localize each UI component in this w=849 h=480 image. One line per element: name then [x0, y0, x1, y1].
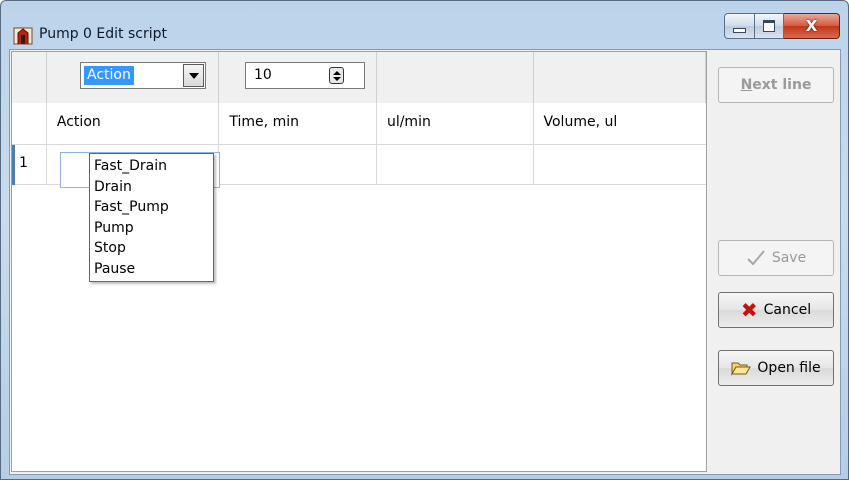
dropdown-item-pump[interactable]: Pump: [90, 218, 213, 239]
open-file-button[interactable]: Open file: [718, 350, 834, 386]
row-number-cell: 1: [12, 145, 47, 185]
current-row-indicator: [12, 145, 15, 185]
header-volume[interactable]: Volume, ul: [533, 103, 706, 145]
ul-min-cell[interactable]: [376, 145, 534, 185]
action-dropdown-list[interactable]: Fast_Drain Drain Fast_Pump Pump Stop Pau…: [89, 153, 214, 282]
client-area: Action 10 Action Time, min ul/min Volume…: [9, 49, 841, 475]
minimize-icon: [733, 27, 746, 33]
script-grid[interactable]: Action 10 Action Time, min ul/min Volume…: [11, 51, 707, 472]
folder-open-icon: [731, 362, 752, 376]
cancel-button[interactable]: ✖ Cancel: [718, 292, 834, 328]
maximize-button[interactable]: [755, 13, 784, 39]
chevron-down-icon: [188, 72, 199, 79]
pump-icon: [13, 27, 33, 45]
checkmark-icon: [747, 250, 765, 266]
save-label: Save: [771, 250, 807, 266]
maximize-icon: [763, 20, 775, 32]
close-button[interactable]: X: [784, 13, 840, 39]
minimize-button[interactable]: [724, 13, 755, 39]
time-cell[interactable]: [219, 145, 377, 185]
dropdown-item-fast-drain[interactable]: Fast_Drain: [90, 156, 213, 177]
header-ul-min[interactable]: ul/min: [376, 103, 534, 145]
spin-value: 10: [254, 67, 272, 83]
next-line-button[interactable]: Next line: [718, 67, 834, 103]
volume-cell[interactable]: [533, 145, 706, 185]
save-button[interactable]: Save: [718, 240, 834, 276]
dropdown-item-fast-pump[interactable]: Fast_Pump: [90, 197, 213, 218]
next-line-access-key: N: [740, 77, 753, 93]
dropdown-item-stop[interactable]: Stop: [90, 238, 213, 259]
dropdown-arrow-button[interactable]: [183, 64, 204, 87]
spin-down-icon: [332, 76, 341, 81]
action-combo-value: Action: [84, 66, 134, 85]
close-icon: X: [805, 17, 818, 35]
cancel-label: Cancel: [763, 302, 812, 318]
edit-script-window: Pump 0 Edit script X Action 10 Action Ti…: [0, 0, 849, 480]
header-rownum: [12, 103, 47, 145]
window-title: Pump 0 Edit script: [39, 26, 167, 42]
caption-buttons: X: [724, 13, 840, 41]
dropdown-item-pause[interactable]: Pause: [90, 259, 213, 280]
spin-up-icon: [332, 70, 341, 75]
spin-updown-button[interactable]: [329, 67, 344, 84]
value-spin-edit[interactable]: 10: [245, 62, 365, 89]
title-bar[interactable]: Pump 0 Edit script X: [1, 1, 848, 49]
grid-header: Action Time, min ul/min Volume, ul: [12, 103, 706, 145]
action-combo[interactable]: Action: [80, 62, 206, 89]
red-x-icon: ✖: [740, 298, 758, 322]
header-time[interactable]: Time, min: [219, 103, 377, 145]
next-line-label: ext line: [752, 77, 812, 93]
header-action[interactable]: Action: [46, 103, 220, 145]
open-file-label: Open file: [757, 360, 821, 376]
dropdown-item-drain[interactable]: Drain: [90, 177, 213, 198]
